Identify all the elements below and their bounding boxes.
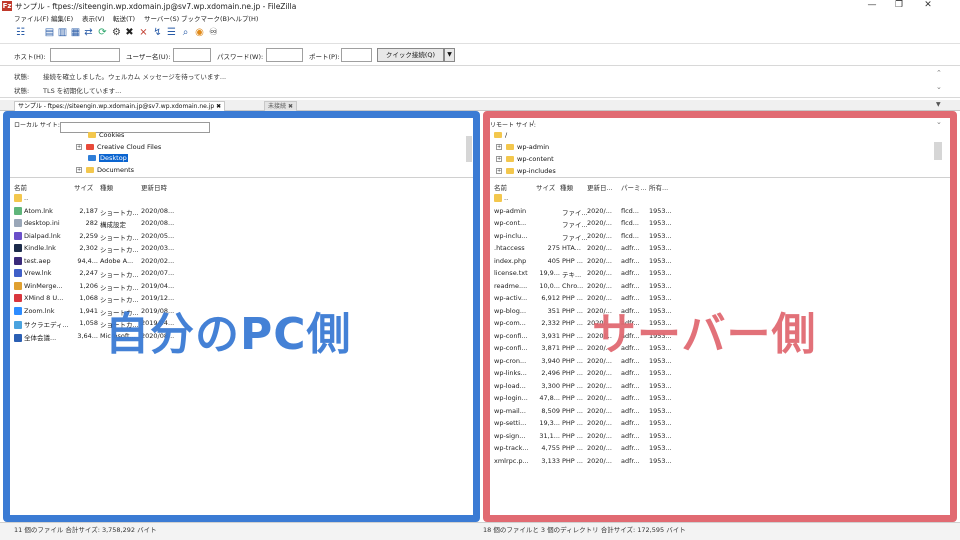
remote-side-caption: サーバー側 xyxy=(592,309,817,360)
host-input[interactable] xyxy=(50,48,120,62)
password-input[interactable] xyxy=(266,48,303,62)
search-icon[interactable]: ♾ xyxy=(208,27,219,39)
quickconnect-button[interactable]: クイック接続(Q) xyxy=(377,48,444,62)
cancel-icon[interactable]: ✖ xyxy=(124,27,135,39)
status-bar: 11 個のファイル 合計サイズ: 3,758,292 バイト 18 個のファイル… xyxy=(0,522,960,540)
sync-browse-icon[interactable]: ◉ xyxy=(194,27,205,39)
menu-file[interactable]: ファイル(F) xyxy=(14,13,49,23)
close-button[interactable]: ✕ xyxy=(916,0,940,12)
tab-label: サンプル - ftpes://siteengin.wp.xdomain.jp@s… xyxy=(18,103,215,110)
menu-transfer[interactable]: 転送(T) xyxy=(113,13,135,23)
menu-view[interactable]: 表示(V) xyxy=(82,13,105,23)
connection-tab-bar: サンプル - ftpes://siteengin.wp.xdomain.jp@s… xyxy=(0,100,960,111)
minimize-button[interactable]: — xyxy=(860,0,884,12)
tab-not-connected[interactable]: 未接続 ✖ xyxy=(264,101,297,111)
log-label: 状態: xyxy=(14,73,30,81)
log-scroll-down-icon[interactable]: ⌄ xyxy=(936,83,942,91)
tab-list-dropdown-icon[interactable]: ▼ xyxy=(936,101,941,108)
toggle-compare-icon[interactable]: ⌕ xyxy=(180,27,191,39)
window-title: サンプル - ftpes://siteengin.wp.xdomain.jp@s… xyxy=(15,2,297,11)
menu-help[interactable]: ヘルプ(H) xyxy=(229,13,258,23)
local-status-text: 11 個のファイル 合計サイズ: 3,758,292 バイト xyxy=(14,526,157,534)
disconnect-icon[interactable]: ⨯ xyxy=(138,27,149,39)
remote-status-text: 18 個のファイルと 3 個のディレクトリ 合計サイズ: 172,595 バイト xyxy=(483,526,686,534)
refresh-icon[interactable]: ⟳ xyxy=(97,27,108,39)
menu-edit[interactable]: 編集(E) xyxy=(51,13,73,23)
maximize-button[interactable]: ❐ xyxy=(887,0,911,12)
log-message: 接続を確立しました。ウェルカム メッセージを待っています... xyxy=(43,73,227,81)
toggle-log-icon[interactable]: ▤ xyxy=(44,27,55,39)
host-label: ホスト(H): xyxy=(14,53,46,61)
port-input[interactable] xyxy=(341,48,372,62)
username-label: ユーザー名(U): xyxy=(126,53,171,61)
toolbar: ☷ ▤ ▥ ▦ ⇄ ⟳ ⚙ ✖ ⨯ ↯ ☰ ⌕ ◉ ♾ xyxy=(0,24,960,44)
password-label: パスワード(W): xyxy=(217,53,264,61)
menu-bookmarks[interactable]: ブックマーク(B) xyxy=(181,13,230,23)
local-side-caption: 自分のPC側 xyxy=(105,309,352,360)
username-input[interactable] xyxy=(173,48,211,62)
reconnect-icon[interactable]: ↯ xyxy=(152,27,163,39)
log-label: 状態: xyxy=(14,87,30,95)
close-icon[interactable]: ✖ xyxy=(288,103,293,110)
close-icon[interactable]: ✖ xyxy=(216,103,221,110)
log-message: TLS を初期化しています... xyxy=(43,87,122,95)
menu-bar: ファイル(F) 編集(E) 表示(V) 転送(T) サーバー(S) ブックマーク… xyxy=(0,13,960,24)
tab-session[interactable]: サンプル - ftpes://siteengin.wp.xdomain.jp@s… xyxy=(14,101,226,111)
quickconnect-bar: ホスト(H): ユーザー名(U): パスワード(W): ポート(P): クイック… xyxy=(0,45,960,66)
message-log: 状態: 接続を確立しました。ウェルカム メッセージを待っています... 状態: … xyxy=(0,67,960,98)
quickconnect-dropdown-button[interactable]: ▼ xyxy=(444,48,455,62)
toggle-remote-tree-icon[interactable]: ▦ xyxy=(70,27,81,39)
process-queue-icon[interactable]: ⚙ xyxy=(111,27,122,39)
title-bar: Fz サンプル - ftpes://siteengin.wp.xdomain.j… xyxy=(0,0,960,13)
toggle-queue-icon[interactable]: ⇄ xyxy=(83,27,94,39)
port-label: ポート(P): xyxy=(309,53,340,61)
toggle-local-tree-icon[interactable]: ▥ xyxy=(57,27,68,39)
filezilla-logo-icon: Fz xyxy=(2,1,12,11)
filter-icon[interactable]: ☰ xyxy=(166,27,177,39)
log-scroll-up-icon[interactable]: ⌃ xyxy=(936,69,942,77)
site-manager-icon[interactable]: ☷ xyxy=(15,27,26,39)
menu-server[interactable]: サーバー(S) xyxy=(144,13,179,23)
tab-label: 未接続 xyxy=(268,103,287,110)
